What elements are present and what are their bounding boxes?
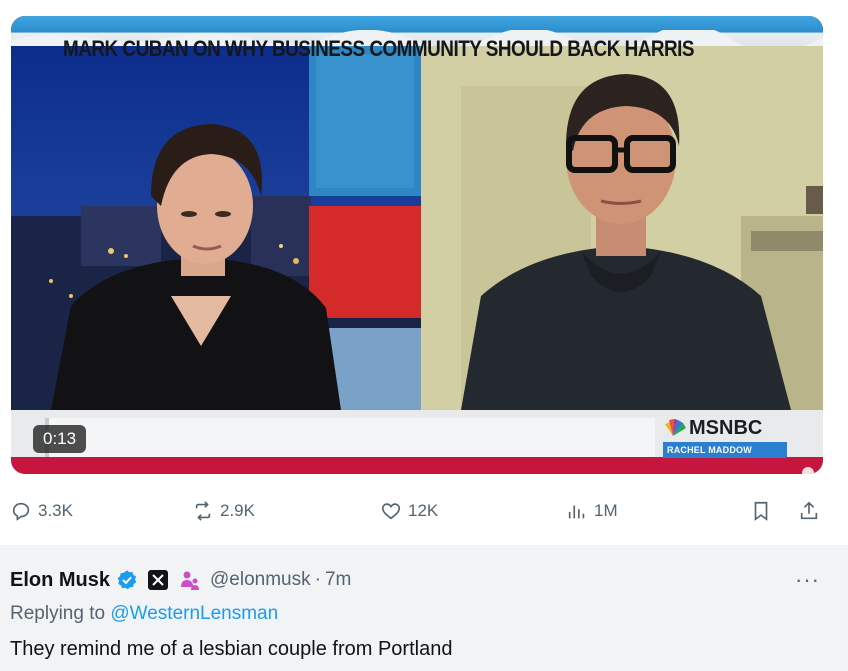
author-handle[interactable]: @elonmusk (210, 569, 311, 591)
anchor-panel (11, 46, 421, 410)
reply-text: They remind me of a lesbian couple from … (10, 638, 453, 660)
guest-scene (421, 46, 823, 410)
people-emoji-icon (181, 571, 200, 590)
msnbc-logo: MSNBC RACHEL MADDOW (659, 414, 789, 458)
show-label: RACHEL MADDOW (663, 442, 787, 458)
video-timestamp: 0:13 (33, 425, 87, 453)
repost-icon (195, 501, 211, 521)
x-affiliate-icon (148, 570, 169, 590)
bookmark-button[interactable] (750, 498, 772, 524)
tweet-action-bar: 3.3K 2.9K 12K 1M (0, 490, 848, 530)
repost-button[interactable]: 2.9K (192, 498, 255, 524)
x-logo-icon (152, 574, 164, 586)
reply-button[interactable]: 3.3K (10, 498, 73, 524)
more-options-icon[interactable]: ··· (795, 567, 820, 593)
views-count: 1M (594, 501, 618, 520)
views-button[interactable]: 1M (566, 498, 618, 524)
share-button[interactable] (798, 498, 820, 524)
video-headline: MARK CUBAN ON WHY BUSINESS COMMUNITY SHO… (63, 36, 695, 61)
reply-icon (12, 502, 30, 521)
msnbc-wordmark: MSNBC (689, 417, 763, 439)
embedded-video[interactable]: MARK CUBAN ON WHY BUSINESS COMMUNITY SHO… (11, 16, 823, 474)
replying-to-line: Replying to @WesternLensman (10, 603, 278, 625)
guest-panel (421, 46, 823, 410)
repost-count: 2.9K (220, 501, 255, 520)
author-name[interactable]: Elon Musk (10, 569, 110, 592)
lower-third-red-strip (11, 457, 823, 474)
reply-tweet[interactable]: Elon Musk @elonmusk · 7m ··· Replying to… (0, 545, 848, 671)
bookmark-icon (754, 501, 768, 521)
replying-prefix: Replying to (10, 603, 111, 624)
views-icon (568, 505, 585, 519)
like-icon (381, 503, 401, 520)
post-time[interactable]: 7m (325, 569, 351, 591)
anchor-scene (11, 46, 421, 410)
reply-count: 3.3K (38, 501, 73, 520)
author-row: Elon Musk @elonmusk · 7m (10, 567, 351, 593)
replying-to-link[interactable]: @WesternLensman (110, 603, 278, 624)
separator-dot: · (314, 569, 321, 590)
like-count: 12K (408, 501, 439, 520)
small-peacock-icon (802, 467, 814, 474)
verified-badge-icon (117, 570, 137, 590)
like-button[interactable]: 12K (380, 498, 438, 524)
headline-bar (45, 418, 655, 462)
share-icon (800, 501, 818, 520)
